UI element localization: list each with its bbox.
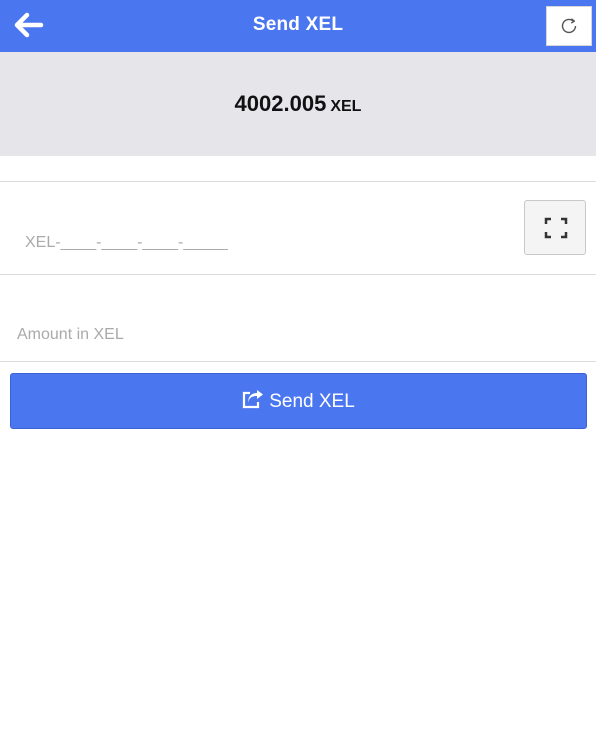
recipient-address-input[interactable] bbox=[25, 228, 505, 258]
send-button-content: Send XEL bbox=[11, 390, 586, 413]
balance-display: 4002.005 XEL bbox=[0, 91, 596, 117]
send-button[interactable]: Send XEL bbox=[10, 373, 587, 429]
scan-qr-button[interactable] bbox=[524, 200, 586, 255]
send-button-label: Send XEL bbox=[269, 391, 355, 412]
amount-input[interactable] bbox=[17, 320, 577, 350]
balance-panel: 4002.005 XEL bbox=[0, 52, 596, 156]
balance-unit: XEL bbox=[330, 98, 362, 115]
divider bbox=[0, 361, 596, 362]
divider bbox=[0, 181, 596, 182]
qr-scan-icon bbox=[544, 217, 568, 239]
refresh-button[interactable] bbox=[546, 6, 592, 46]
app-header: Send XEL bbox=[0, 0, 596, 52]
balance-amount: 4002.005 bbox=[234, 91, 327, 116]
share-icon bbox=[243, 390, 264, 409]
divider bbox=[0, 274, 596, 275]
refresh-icon bbox=[561, 18, 577, 34]
page-title: Send XEL bbox=[252, 14, 344, 35]
